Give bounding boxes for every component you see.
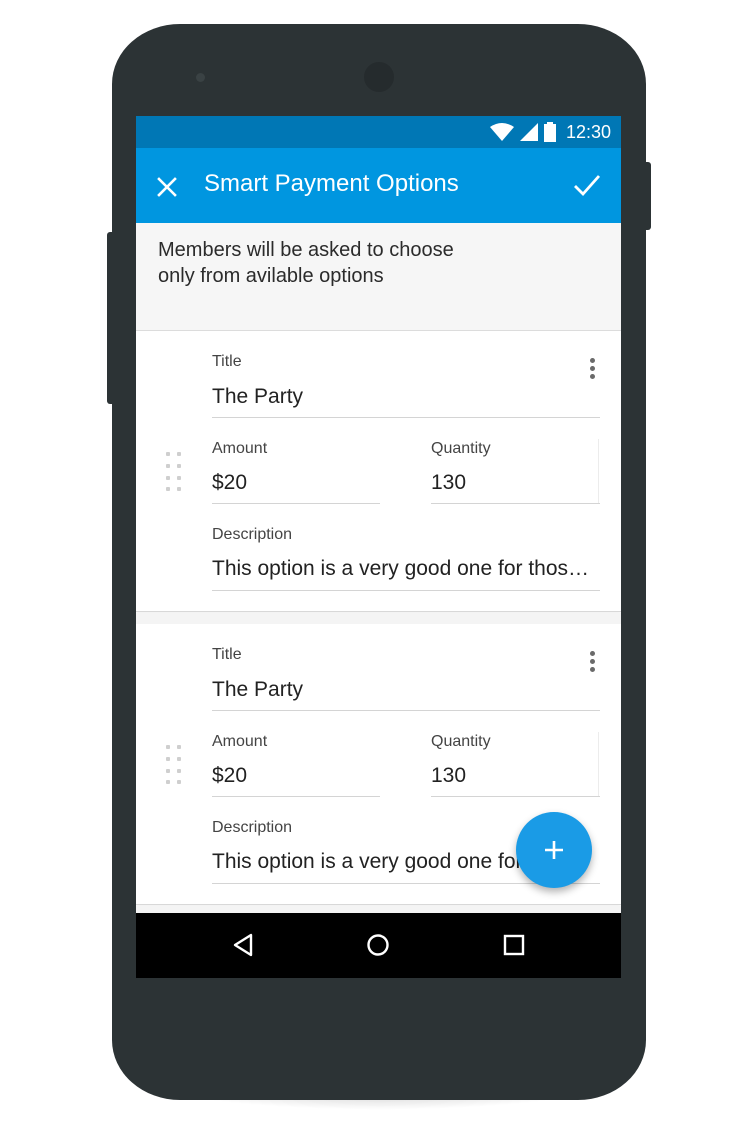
page-title: Smart Payment Options xyxy=(204,170,459,197)
front-camera xyxy=(364,62,394,92)
add-option-button[interactable] xyxy=(516,812,592,888)
title-input[interactable]: The Party xyxy=(212,678,592,702)
quantity-input[interactable]: 130 xyxy=(431,764,591,788)
wifi-icon xyxy=(489,123,514,141)
check-icon[interactable] xyxy=(570,170,604,200)
title-underline xyxy=(212,710,600,711)
drag-handle-icon[interactable] xyxy=(166,745,182,787)
title-underline xyxy=(212,417,600,418)
title-label: Title xyxy=(212,646,242,663)
quantity-label: Quantity xyxy=(431,440,491,457)
quantity-underline xyxy=(431,796,600,797)
status-bar: 12:30 xyxy=(136,116,621,148)
description-input[interactable]: This option is a very good one for those… xyxy=(212,557,596,581)
description-label: Description xyxy=(212,819,293,836)
app-bar: Smart Payment Options xyxy=(136,148,621,223)
amount-input[interactable]: $20 xyxy=(212,764,372,788)
list-bottom xyxy=(136,906,621,913)
more-options-icon[interactable] xyxy=(586,358,598,382)
close-icon[interactable] xyxy=(152,172,182,202)
front-sensor xyxy=(196,73,205,82)
plus-icon xyxy=(545,841,563,859)
status-time: 12:30 xyxy=(565,121,611,142)
signal-icon xyxy=(519,123,538,141)
home-circle-icon[interactable] xyxy=(364,931,392,959)
amount-underline xyxy=(212,503,380,504)
amount-label: Amount xyxy=(212,440,268,457)
amount-input[interactable]: $20 xyxy=(212,471,372,495)
payment-option-card: Title The Party Amount $20 Quantity 130 … xyxy=(136,331,621,612)
description-label: Description xyxy=(212,526,293,543)
more-options-icon[interactable] xyxy=(586,651,598,675)
quantity-input[interactable]: 130 xyxy=(431,471,591,495)
back-triangle-icon[interactable] xyxy=(230,931,258,959)
info-text: Members will be asked to choose only fro… xyxy=(158,237,518,289)
quantity-underline xyxy=(431,503,600,504)
amount-underline xyxy=(212,796,380,797)
title-input[interactable]: The Party xyxy=(212,385,592,409)
phone-screen: 12:30 Smart Payment Options Members will… xyxy=(136,116,621,978)
amount-label: Amount xyxy=(212,733,268,750)
system-nav-bar xyxy=(136,913,621,978)
recents-square-icon[interactable] xyxy=(500,931,528,959)
title-label: Title xyxy=(212,353,242,370)
quantity-label: Quantity xyxy=(431,733,491,750)
battery-icon xyxy=(543,122,556,142)
info-panel: Members will be asked to choose only fro… xyxy=(136,223,621,331)
quantity-field-border xyxy=(598,439,599,503)
info-line-2: only from avilable options xyxy=(158,265,384,287)
info-line-1: Members will be asked to choose xyxy=(158,239,454,261)
drag-handle-icon[interactable] xyxy=(166,452,182,494)
description-underline xyxy=(212,590,600,591)
quantity-field-border xyxy=(598,732,599,796)
card-separator xyxy=(136,613,621,624)
